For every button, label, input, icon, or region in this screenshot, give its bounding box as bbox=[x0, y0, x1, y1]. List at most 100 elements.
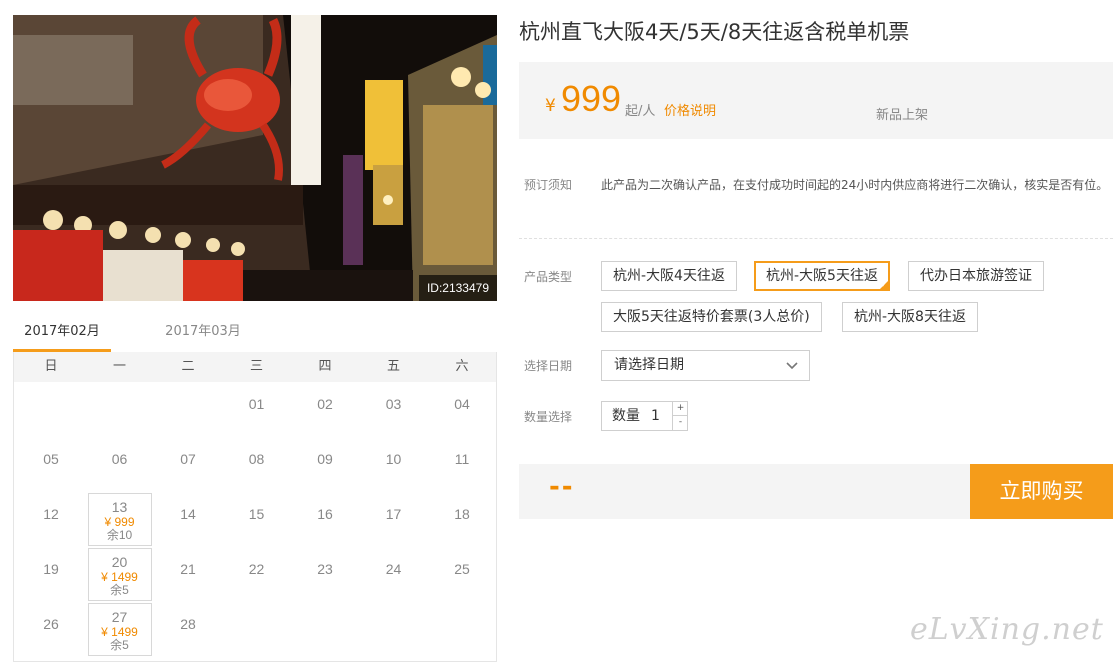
calendar-day-number: 23 bbox=[317, 561, 333, 577]
calendar-day: 17 bbox=[362, 500, 426, 553]
calendar-day-number: 28 bbox=[180, 616, 196, 632]
calendar-day: 25 bbox=[430, 555, 494, 608]
buy-now-button[interactable]: 立即购买 bbox=[970, 464, 1113, 519]
product-type-option-label: 代办日本旅游签证 bbox=[920, 268, 1032, 284]
calendar-day: 24 bbox=[362, 555, 426, 608]
calendar-day: 18 bbox=[430, 500, 494, 553]
calendar-day-number: 25 bbox=[454, 561, 470, 577]
calendar-day: 03 bbox=[362, 390, 426, 443]
tab-2017-03[interactable]: 2017年03月 bbox=[148, 314, 258, 352]
calendar-day-number: 22 bbox=[248, 561, 265, 577]
weekday-label: 五 bbox=[386, 359, 400, 374]
calendar-day-number: 18 bbox=[454, 506, 470, 522]
quantity-stepper: 数量 1 + - bbox=[601, 401, 688, 431]
calendar-day: 16 bbox=[293, 500, 357, 553]
calendar-day: 21 bbox=[156, 555, 220, 608]
new-product-badge: 新品上架 bbox=[876, 108, 929, 123]
price-panel: ¥ 999 起/人 价格说明 新品上架 bbox=[519, 62, 1113, 139]
calendar-day: 14 bbox=[156, 500, 220, 553]
calendar-day-available[interactable]: 13 ¥ 999 余10 bbox=[87, 493, 152, 546]
calendar-day: 11 bbox=[430, 445, 494, 498]
total-price: -- bbox=[549, 472, 575, 502]
calendar-day-available[interactable]: 20 ¥ 1499 余5 bbox=[87, 548, 152, 601]
weekday-label: 三 bbox=[249, 359, 263, 374]
quantity-input[interactable]: 1 bbox=[651, 402, 660, 430]
calendar-day: 05 bbox=[19, 445, 83, 498]
weekday-label: 四 bbox=[318, 359, 332, 374]
quantity-decrement-button[interactable]: - bbox=[672, 416, 688, 430]
calendar-day-stock: 余10 bbox=[106, 528, 133, 542]
calendar-day-available[interactable]: 27 ¥ 1499 余5 bbox=[87, 603, 152, 656]
quantity-label: 数量选择 bbox=[524, 410, 573, 424]
calendar-day: 02 bbox=[293, 390, 357, 443]
tab-2017-02[interactable]: 2017年02月 bbox=[13, 314, 111, 352]
product-type-hz-osaka-5d[interactable]: 杭州-大阪5天往返 ✓ bbox=[754, 261, 890, 291]
calendar-day-number: 06 bbox=[111, 451, 128, 467]
calendar-day: 12 bbox=[19, 500, 83, 553]
check-icon: ✓ bbox=[881, 281, 887, 289]
product-type-hz-osaka-4d[interactable]: 杭州-大阪4天往返 bbox=[601, 261, 737, 291]
calendar-day: 01 bbox=[225, 390, 289, 443]
currency-symbol: ¥ bbox=[545, 96, 556, 116]
site-watermark: eLvXing.net bbox=[910, 612, 1104, 647]
weekday-label: 一 bbox=[112, 359, 126, 374]
calendar-day: 22 bbox=[225, 555, 289, 608]
calendar-day: 09 bbox=[293, 445, 357, 498]
calendar-day-number: 01 bbox=[248, 396, 265, 412]
calendar-day-number: 14 bbox=[180, 506, 196, 522]
calendar-day: 26 bbox=[19, 610, 83, 663]
calendar-day: 04 bbox=[430, 390, 494, 443]
product-type-option-label: 杭州-大阪8天往返 bbox=[854, 309, 966, 325]
calendar-day: 28 bbox=[156, 610, 220, 663]
calendar-day-number: 08 bbox=[248, 451, 265, 467]
calendar-day-number: 03 bbox=[385, 396, 402, 412]
product-type-option-label: 杭州-大阪5天往返 bbox=[766, 268, 878, 284]
product-type-osaka-5d-package[interactable]: 大阪5天往返特价套票(3人总价) bbox=[601, 302, 822, 332]
calendar-day-number: 16 bbox=[317, 506, 333, 522]
weekday-label: 二 bbox=[181, 359, 195, 374]
calendar-day-number: 26 bbox=[43, 616, 59, 632]
calendar-weekday-header: 日一二三四五六 bbox=[14, 352, 496, 382]
calendar-day-stock: 余5 bbox=[110, 638, 129, 652]
month-tabs: 2017年02月 2017年03月 bbox=[13, 314, 497, 352]
booking-notice-label: 预订须知 bbox=[524, 178, 573, 192]
price-amount: 999 bbox=[561, 78, 622, 119]
calendar-day-number: 02 bbox=[317, 396, 333, 412]
photo-illustration bbox=[13, 15, 497, 301]
calendar-day-number: 10 bbox=[385, 451, 402, 467]
date-select-dropdown[interactable]: 请选择日期 bbox=[601, 350, 810, 381]
calendar-day-number: 19 bbox=[43, 561, 59, 577]
calendar-day-number: 17 bbox=[385, 506, 402, 522]
quantity-increment-button[interactable]: + bbox=[672, 402, 688, 416]
price-unit: 起/人 bbox=[625, 104, 656, 119]
product-photo: ID:2133479 bbox=[13, 15, 497, 301]
calendar-day: 10 bbox=[362, 445, 426, 498]
chevron-down-icon bbox=[785, 351, 799, 391]
calendar-day-number: 13 bbox=[111, 499, 128, 515]
product-type-hz-osaka-8d[interactable]: 杭州-大阪8天往返 bbox=[842, 302, 978, 332]
date-select-value: 请选择日期 bbox=[614, 357, 684, 373]
calendar-day-number: 12 bbox=[43, 506, 59, 522]
weekday-label: 日 bbox=[44, 359, 58, 374]
product-type-japan-visa[interactable]: 代办日本旅游签证 bbox=[908, 261, 1044, 291]
calendar-day: 15 bbox=[225, 500, 289, 553]
calendar-day-number: 09 bbox=[317, 451, 333, 467]
calendar-day: 07 bbox=[156, 445, 220, 498]
quantity-inner-label: 数量 bbox=[612, 408, 640, 424]
calendar-day-number: 15 bbox=[248, 506, 265, 522]
calendar-day: 08 bbox=[225, 445, 289, 498]
date-select-label: 选择日期 bbox=[524, 359, 573, 373]
price-explain-link[interactable]: 价格说明 bbox=[664, 100, 716, 119]
calendar-day-number: 07 bbox=[180, 451, 196, 467]
product-type-option-label: 大阪5天往返特价套票(3人总价) bbox=[613, 309, 810, 325]
calendar-day-number: 24 bbox=[385, 561, 402, 577]
calendar-day: 19 bbox=[19, 555, 83, 608]
calendar-day-number: 11 bbox=[454, 451, 470, 467]
calendar-day: 23 bbox=[293, 555, 357, 608]
section-divider bbox=[519, 238, 1113, 239]
calendar-day-number: 20 bbox=[111, 554, 128, 570]
product-title: 杭州直飞大阪4天/5天/8天往返含税单机票 bbox=[519, 20, 910, 44]
calendar-day-number: 05 bbox=[43, 451, 59, 467]
calendar-grid: 日 一 二 三 四 五 六 01 02 03 04 05 06 07 08 09 10 11 12 13 ¥ 999 余… bbox=[13, 352, 497, 662]
calendar-day-number: 04 bbox=[454, 396, 470, 412]
